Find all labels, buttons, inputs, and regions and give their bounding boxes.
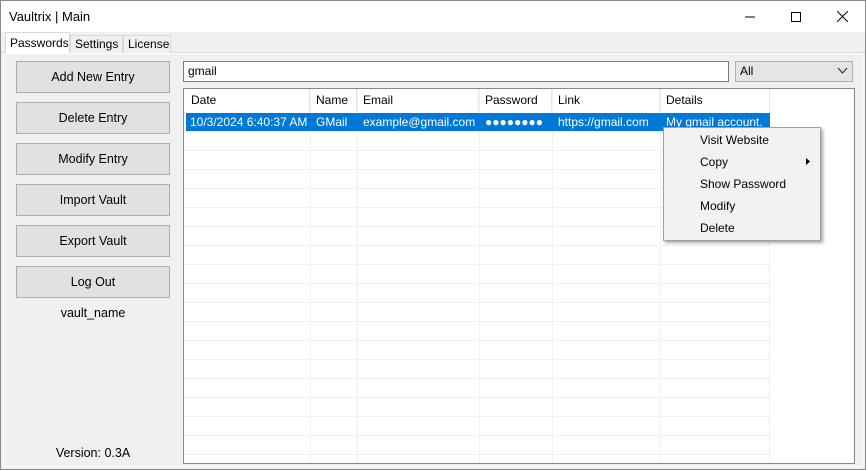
maximize-button[interactable] bbox=[773, 1, 819, 32]
search-input[interactable]: gmail bbox=[183, 61, 729, 82]
export-vault-button[interactable]: Export Vault bbox=[16, 225, 170, 257]
grid-row-line bbox=[184, 454, 771, 455]
grid-column-line bbox=[479, 89, 480, 463]
grid-row-line bbox=[184, 245, 771, 246]
grid-row-line bbox=[184, 264, 771, 265]
column-header-date[interactable]: Date bbox=[186, 89, 310, 111]
cell-date: 10/3/2024 6:40:37 AM bbox=[190, 115, 308, 129]
passwords-panel: Add New Entry Delete Entry Modify Entry … bbox=[3, 53, 863, 467]
menu-item-label: Delete bbox=[700, 221, 735, 235]
minimize-icon bbox=[745, 16, 755, 17]
maximize-icon bbox=[791, 11, 801, 22]
grid-row-line bbox=[184, 378, 771, 379]
minimize-button[interactable] bbox=[727, 1, 773, 32]
column-header-email[interactable]: Email bbox=[358, 89, 479, 111]
grid-column-line bbox=[357, 89, 358, 463]
chevron-down-icon bbox=[837, 67, 848, 74]
tab-settings[interactable]: Settings bbox=[70, 35, 123, 53]
window-title: Vaultrix | Main bbox=[9, 9, 91, 24]
grid-row-line bbox=[184, 302, 771, 303]
submenu-arrow-icon bbox=[806, 158, 810, 165]
modify-entry-button[interactable]: Modify Entry bbox=[16, 143, 170, 175]
menu-item-copy[interactable]: Copy bbox=[666, 151, 818, 173]
grid-row-line bbox=[184, 359, 771, 360]
cell-link: https://gmail.com bbox=[558, 115, 649, 129]
grid-column-line bbox=[310, 89, 311, 463]
menu-item-label: Copy bbox=[700, 155, 729, 169]
menu-item-modify[interactable]: Modify bbox=[666, 195, 818, 217]
column-header-password[interactable]: Password bbox=[480, 89, 552, 111]
grid-column-line bbox=[552, 89, 553, 463]
filter-selected-value: All bbox=[740, 64, 754, 78]
menu-item-show-password[interactable]: Show Password bbox=[666, 173, 818, 195]
close-icon bbox=[836, 11, 848, 22]
menu-item-visit-website[interactable]: Visit Website bbox=[666, 129, 818, 151]
title-bar[interactable]: Vaultrix | Main bbox=[1, 1, 865, 32]
tab-passwords[interactable]: Passwords bbox=[5, 32, 70, 53]
log-out-button[interactable]: Log Out bbox=[16, 266, 170, 298]
context-menu: Visit Website Copy Show Password Modify … bbox=[663, 127, 821, 241]
cell-password: ●●●●●●●● bbox=[485, 115, 543, 129]
cell-email: example@gmail.com bbox=[363, 115, 476, 129]
close-button[interactable] bbox=[819, 1, 865, 32]
filter-dropdown[interactable]: All bbox=[735, 61, 853, 82]
column-header-link[interactable]: Link bbox=[553, 89, 660, 111]
main-window: Vaultrix | Main Passwords Settings Licen… bbox=[0, 0, 866, 470]
grid-row-line bbox=[184, 435, 771, 436]
grid-row-line bbox=[184, 283, 771, 284]
grid-row-line bbox=[184, 340, 771, 341]
version-label: Version: 0.3A bbox=[55, 446, 131, 460]
grid-column-line bbox=[660, 89, 661, 463]
column-header-details[interactable]: Details bbox=[661, 89, 770, 111]
delete-entry-button[interactable]: Delete Entry bbox=[16, 102, 170, 134]
menu-item-label: Visit Website bbox=[700, 133, 769, 147]
menu-item-label: Modify bbox=[700, 199, 736, 213]
vault-name-label: vault_name bbox=[60, 306, 126, 320]
grid-row-line bbox=[184, 397, 771, 398]
menu-item-delete[interactable]: Delete bbox=[666, 217, 818, 239]
import-vault-button[interactable]: Import Vault bbox=[16, 184, 170, 216]
grid-row-line bbox=[184, 321, 771, 322]
cell-name: GMail bbox=[316, 115, 348, 129]
column-header-name[interactable]: Name bbox=[311, 89, 357, 111]
tab-strip: Passwords Settings License bbox=[1, 32, 865, 53]
grid-row-line bbox=[184, 416, 771, 417]
tab-license[interactable]: License bbox=[123, 35, 171, 53]
menu-item-label: Show Password bbox=[700, 177, 787, 191]
add-entry-button[interactable]: Add New Entry bbox=[16, 61, 170, 93]
